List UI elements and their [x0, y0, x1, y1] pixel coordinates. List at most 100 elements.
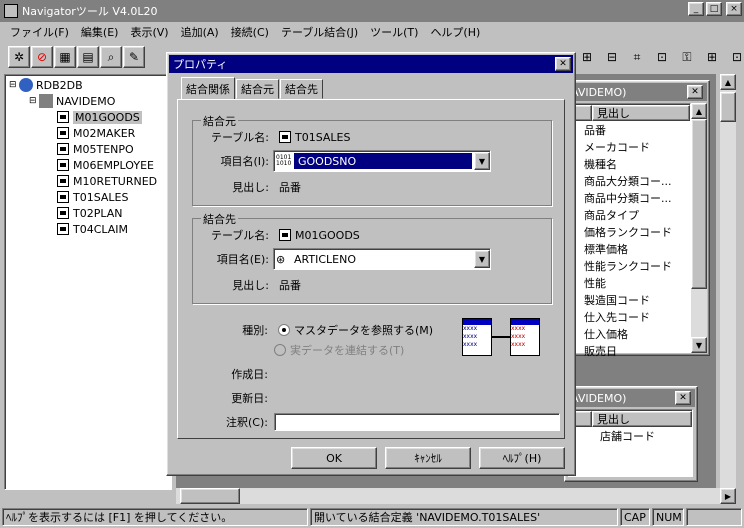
- menu-connect[interactable]: 接続(C): [225, 24, 275, 40]
- source-item-label: 項目名(I):: [220, 155, 269, 168]
- help-button[interactable]: ﾍﾙﾌﾟ(H): [479, 447, 565, 469]
- key-icon[interactable]: ⚿: [676, 46, 698, 68]
- toolbar-right: ⊞ ⊟ ⌗ ⊡ ⚿ ⊞ ⊡: [576, 46, 744, 68]
- list-item[interactable]: 標準価格: [568, 240, 690, 257]
- tab-join-source[interactable]: 結合元: [236, 79, 279, 99]
- stop-icon[interactable]: ⊘: [31, 46, 53, 68]
- menu-edit[interactable]: 編集(E): [75, 24, 125, 40]
- ok-button[interactable]: OK: [291, 447, 377, 469]
- table-icon: [279, 229, 291, 241]
- gear-icon[interactable]: ✲: [8, 46, 30, 68]
- scroll-up-arrow[interactable]: ▲: [720, 74, 736, 90]
- list-vscroll[interactable]: ▲ ▼: [691, 103, 707, 353]
- list-item[interactable]: 商品中分類コー...: [568, 189, 690, 206]
- tree-db[interactable]: ⊟ NAVIDEMO: [9, 93, 167, 109]
- chevron-down-icon[interactable]: ▼: [474, 250, 490, 268]
- list-item[interactable]: 価格ランクコード: [568, 223, 690, 240]
- table-window-2: AVIDEMO) ✕ 見出し 店舗コード: [564, 386, 698, 482]
- note-input[interactable]: [274, 413, 560, 431]
- target-table-label: テーブル名:: [210, 229, 269, 242]
- cancel-button[interactable]: ｷｬﾝｾﾙ: [385, 447, 471, 469]
- list-item[interactable]: メーカコード: [568, 138, 690, 155]
- tree-icon[interactable]: ⊞: [701, 46, 723, 68]
- app-icon: [4, 4, 18, 18]
- dialog-close-button[interactable]: ✕: [555, 57, 571, 71]
- table-window-close-button[interactable]: ✕: [687, 85, 703, 99]
- menu-tools[interactable]: ツール(T): [364, 24, 424, 40]
- list-scroll-down[interactable]: ▼: [691, 337, 707, 353]
- workspace-hscroll[interactable]: ▶: [176, 488, 736, 504]
- tree-table-item[interactable]: M02MAKER: [9, 125, 167, 141]
- table-window-close-button[interactable]: ✕: [675, 391, 691, 405]
- tree-root[interactable]: ⊟ RDB2DB: [9, 77, 167, 93]
- target-group: 結合先 テーブル名: M01GOODS 項目名(E): ⊛ ARTICLENO ▼ 見…: [192, 211, 552, 304]
- database-icon: [39, 94, 53, 108]
- field-icon: ⊛: [276, 252, 286, 266]
- menu-file[interactable]: ファイル(F): [4, 24, 75, 40]
- list-icon[interactable]: ▤: [77, 46, 99, 68]
- menu-help[interactable]: ヘルプ(H): [424, 24, 486, 40]
- close-button[interactable]: ×: [726, 2, 742, 16]
- source-table-name: T01SALES: [295, 130, 351, 144]
- list-item[interactable]: 仕入先コード: [568, 308, 690, 325]
- target-item-select[interactable]: ⊛ ARTICLENO ▼: [273, 248, 491, 270]
- find-icon[interactable]: ⌕: [100, 46, 122, 68]
- list-item[interactable]: 性能: [568, 274, 690, 291]
- dialog-tabs: 結合関係 結合元 結合先: [181, 77, 324, 99]
- status-num: NUM: [652, 508, 684, 526]
- tree-table-item[interactable]: T02PLAN: [9, 205, 167, 221]
- radio-selected-icon: [278, 324, 290, 336]
- edit-icon[interactable]: ✎: [123, 46, 145, 68]
- list-item[interactable]: 商品大分類コー...: [568, 172, 690, 189]
- tree-table-item[interactable]: M10RETURNED: [9, 173, 167, 189]
- menu-table-join[interactable]: テーブル結合(J): [275, 24, 364, 40]
- table-window-1: AVIDEMO) ✕ 見出し 品番 メーカコード 機種名 商品大分類コー... 商…: [564, 80, 710, 359]
- workspace-vscroll[interactable]: ▲: [720, 74, 736, 488]
- list-item[interactable]: 商品タイプ: [568, 206, 690, 223]
- join-icon[interactable]: ⊞: [576, 46, 598, 68]
- list-item[interactable]: 機種名: [568, 155, 690, 172]
- table-icon: [57, 159, 69, 171]
- join-left-icon[interactable]: ⊟: [601, 46, 623, 68]
- maximize-button[interactable]: □: [706, 2, 722, 16]
- tree-table-item[interactable]: T04CLAIM: [9, 221, 167, 237]
- list-scroll-thumb[interactable]: [691, 119, 707, 289]
- status-extra: [686, 508, 742, 526]
- table-icon[interactable]: ▦: [54, 46, 76, 68]
- source-group: 結合元 テーブル名: T01SALES 項目名(I): 0101 1010 GOODS…: [192, 113, 552, 206]
- radio-master-reference[interactable]: マスタデータを参照する(M): [278, 322, 433, 338]
- radio-real-data-link: 実データを連結する(T): [274, 340, 404, 360]
- main-titlebar: Navigatorツール V4.0L20 _ □ ×: [0, 0, 744, 22]
- hscroll-thumb[interactable]: [180, 488, 240, 504]
- connect-icon[interactable]: ⌗: [626, 46, 648, 68]
- network-icon[interactable]: ⊡: [726, 46, 744, 68]
- source-item-select[interactable]: 0101 1010 GOODSNO ▼: [273, 150, 491, 172]
- list-item[interactable]: 販売日: [568, 342, 690, 359]
- list-item[interactable]: 仕入価格: [568, 325, 690, 342]
- scroll-right-arrow[interactable]: ▶: [720, 488, 736, 504]
- tab-join-target[interactable]: 結合先: [280, 79, 323, 99]
- minimize-button[interactable]: _: [688, 2, 704, 16]
- tab-join-relation[interactable]: 結合関係: [181, 77, 235, 99]
- list-scroll-up[interactable]: ▲: [691, 103, 707, 119]
- table-icon: [57, 223, 69, 235]
- status-bar: ﾍﾙﾌﾟを表示するには [F1] を押してください。 開いている結合定義 'NA…: [0, 506, 744, 528]
- list-item[interactable]: 品番: [568, 121, 690, 138]
- tree-table-item[interactable]: T01SALES: [9, 189, 167, 205]
- scroll-thumb[interactable]: [720, 92, 736, 122]
- tree-table-item[interactable]: M01GOODS: [9, 109, 167, 125]
- target-caption-value: 品番: [279, 279, 301, 292]
- tree-table-item[interactable]: M05TENPO: [9, 141, 167, 157]
- tab-panel: 結合元 テーブル名: T01SALES 項目名(I): 0101 1010 GOODS…: [177, 99, 565, 439]
- list-item[interactable]: 製造国コード: [568, 291, 690, 308]
- table-icon: [57, 143, 69, 155]
- menu-view[interactable]: 表示(V): [124, 24, 174, 40]
- tree-table-item[interactable]: M06EMPLOYEE: [9, 157, 167, 173]
- list-item[interactable]: 店舗コード: [568, 427, 692, 444]
- chevron-down-icon[interactable]: ▼: [474, 152, 490, 170]
- link-icon[interactable]: ⊡: [651, 46, 673, 68]
- updated-date-label: 更新日:: [231, 392, 268, 405]
- table-field-list: 見出し 店舗コード: [567, 409, 693, 477]
- list-item[interactable]: 性能ランクコード: [568, 257, 690, 274]
- menu-add[interactable]: 追加(A): [175, 24, 225, 40]
